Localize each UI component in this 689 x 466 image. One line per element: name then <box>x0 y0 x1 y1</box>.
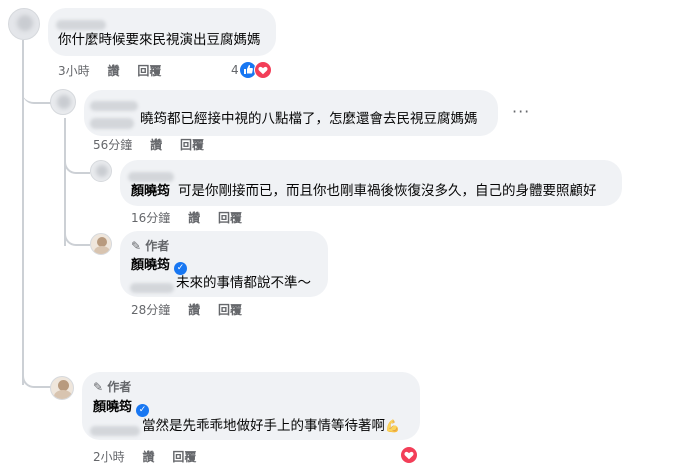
reply-button[interactable]: 回覆 <box>180 138 204 152</box>
mention-redacted[interactable] <box>130 278 174 297</box>
mentioned-user-name[interactable]: 顏曉筠 <box>131 184 170 200</box>
author-name[interactable]: 顏曉筠 <box>93 400 132 415</box>
like-button[interactable]: 讚 <box>188 211 200 225</box>
reply-text: 可是你剛接而已，而且你也剛車禍後恢復沒多久，自己的身體要照顧好 <box>178 183 597 199</box>
reply-button[interactable]: 回覆 <box>137 64 161 78</box>
replier-name-redacted[interactable] <box>90 96 138 115</box>
author-badge: ✎ 作者 <box>93 380 131 394</box>
author-badge-label: 作者 <box>107 380 132 394</box>
mention-redacted[interactable] <box>90 114 134 133</box>
thread-curve-reply1 <box>22 82 52 104</box>
comment-bubble: 你什麼時候要來民視演出豆腐媽媽 <box>48 8 276 56</box>
heart-icon <box>254 61 272 79</box>
comment-text: 你什麼時候要來民視演出豆腐媽媽 <box>58 32 261 48</box>
flexed-bicep-emoji: 💪 <box>385 419 400 433</box>
reply-button[interactable]: 回覆 <box>172 450 196 464</box>
like-button[interactable]: 讚 <box>188 303 200 317</box>
author-name[interactable]: 顏曉筠 <box>131 258 170 273</box>
comment-time[interactable]: 3小時 <box>58 64 90 78</box>
pencil-icon: ✎ <box>93 380 104 394</box>
author-badge: ✎ 作者 <box>131 239 169 253</box>
like-button[interactable]: 讚 <box>107 64 119 78</box>
reply-bubble: ✎ 作者 顏曉筠 ✓ 當然是先乖乖地做好手上的事情等待著啊💪 <box>82 372 420 440</box>
reply-bubble: 曉筠都已經接中視的八點檔了，怎麼還會去民視豆腐媽媽 <box>84 90 498 136</box>
heart-icon[interactable] <box>400 446 418 464</box>
reply-bubble: 顏曉筠 可是你剛接而已，而且你也剛車禍後恢復沒多久，自己的身體要照顧好 <box>120 160 622 206</box>
avatar[interactable] <box>90 160 112 182</box>
author-avatar[interactable] <box>50 376 74 400</box>
more-options-button[interactable]: ··· <box>512 102 530 121</box>
thread-curve-reply4 <box>22 362 52 388</box>
reply-meta: 56分鐘 讚 回覆 <box>93 138 218 152</box>
thread-curve-reply2 <box>64 150 90 174</box>
reply-time[interactable]: 28分鐘 <box>131 303 170 317</box>
reply-text-body: 當然是先乖乖地做好手上的事情等待著啊 <box>142 418 385 434</box>
reaction-count: 4 <box>231 63 239 77</box>
reply-time[interactable]: 16分鐘 <box>131 211 170 225</box>
reply-meta: 2小時 讚 回覆 <box>93 450 210 464</box>
author-avatar[interactable] <box>90 233 112 255</box>
reply-time[interactable]: 56分鐘 <box>93 138 132 152</box>
author-name-row: 顏曉筠 ✓ <box>93 400 150 417</box>
reply-text: 未來的事情都說不準～ <box>176 275 311 291</box>
avatar[interactable] <box>8 8 40 40</box>
reply-meta: 16分鐘 讚 回覆 <box>131 211 256 225</box>
reply-time[interactable]: 2小時 <box>93 450 125 464</box>
mention-redacted[interactable] <box>90 421 140 440</box>
pencil-icon: ✎ <box>131 239 142 253</box>
thread-curve-reply3 <box>64 222 90 246</box>
author-badge-label: 作者 <box>145 239 170 253</box>
reply-text: 曉筠都已經接中視的八點檔了，怎麼還會去民視豆腐媽媽 <box>140 111 478 127</box>
like-button[interactable]: 讚 <box>150 138 162 152</box>
comment-meta: 3小時 讚 回覆 <box>58 64 175 78</box>
reply-text: 當然是先乖乖地做好手上的事情等待著啊💪 <box>142 417 400 435</box>
author-name-row: 顏曉筠 ✓ <box>131 258 188 275</box>
reply-button[interactable]: 回覆 <box>218 303 242 317</box>
reply-meta: 28分鐘 讚 回覆 <box>131 303 256 317</box>
reply-button[interactable]: 回覆 <box>218 211 242 225</box>
reaction-summary[interactable]: 4 <box>231 61 275 79</box>
reply-bubble: ✎ 作者 顏曉筠 ✓ 未來的事情都說不準～ <box>120 231 328 297</box>
like-button[interactable]: 讚 <box>142 450 154 464</box>
avatar[interactable] <box>50 89 76 115</box>
verified-badge-icon: ✓ <box>136 404 150 417</box>
